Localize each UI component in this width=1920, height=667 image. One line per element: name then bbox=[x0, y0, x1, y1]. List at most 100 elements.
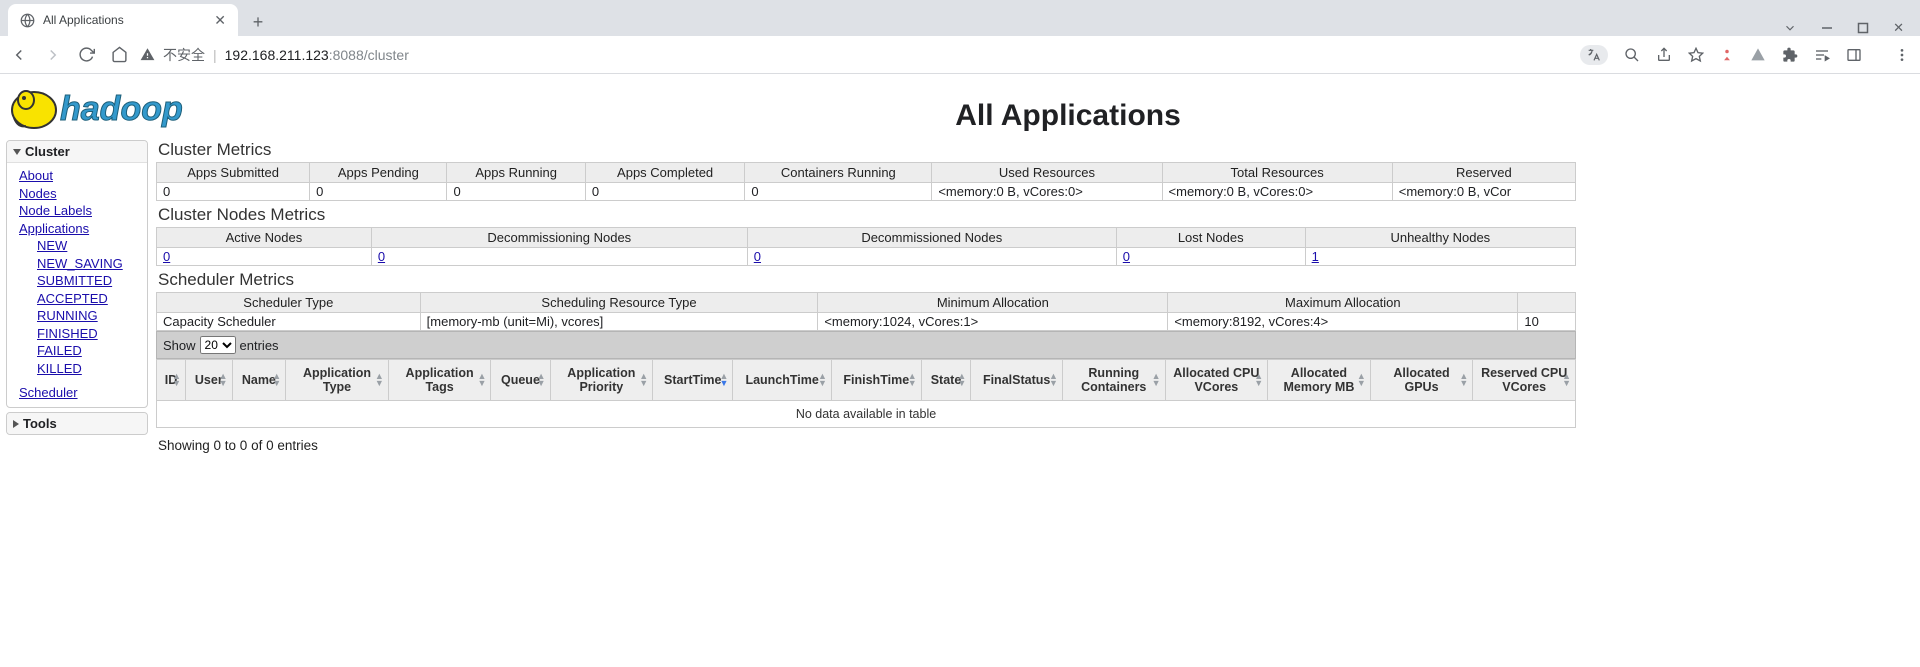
col-header[interactable]: Containers Running bbox=[745, 163, 932, 183]
section-title-nodes-metrics: Cluster Nodes Metrics bbox=[158, 205, 1920, 225]
apps-col-header[interactable]: ID▲▼ bbox=[157, 360, 186, 401]
col-header[interactable]: Apps Pending bbox=[310, 163, 447, 183]
apps-col-header[interactable]: Name▲▼ bbox=[232, 360, 286, 401]
sidebar-link-killed[interactable]: KILLED bbox=[37, 360, 82, 378]
metric-link[interactable]: 1 bbox=[1312, 249, 1319, 264]
reload-button[interactable] bbox=[78, 46, 95, 63]
metric-cell: Capacity Scheduler bbox=[157, 313, 421, 331]
close-window-button[interactable]: ✕ bbox=[1893, 20, 1904, 36]
metric-link[interactable]: 0 bbox=[163, 249, 170, 264]
apps-col-header[interactable]: FinalStatus▲▼ bbox=[971, 360, 1063, 401]
share-icon[interactable] bbox=[1656, 47, 1672, 63]
menu-icon[interactable] bbox=[1894, 47, 1910, 63]
entries-label: entries bbox=[240, 338, 279, 353]
maximize-button[interactable] bbox=[1857, 22, 1869, 34]
apps-col-header[interactable]: Queue▲▼ bbox=[491, 360, 550, 401]
browser-tab[interactable]: All Applications ✕ bbox=[8, 4, 238, 36]
sidebar-link-submitted[interactable]: SUBMITTED bbox=[37, 272, 112, 290]
sidepanel-icon[interactable] bbox=[1846, 47, 1862, 63]
url-path: :8088/cluster bbox=[329, 47, 409, 63]
url-host: 192.168.211.123 bbox=[225, 47, 329, 63]
back-button[interactable] bbox=[10, 46, 28, 64]
sidebar-link-new[interactable]: NEW bbox=[37, 237, 67, 255]
metric-link[interactable]: 0 bbox=[754, 249, 761, 264]
sidebar-link-finished[interactable]: FINISHED bbox=[37, 325, 98, 343]
metric-link[interactable]: 0 bbox=[378, 249, 385, 264]
bookmark-icon[interactable] bbox=[1688, 47, 1704, 63]
sidebar-link-running[interactable]: RUNNING bbox=[37, 307, 98, 325]
col-header[interactable]: Active Nodes bbox=[157, 228, 372, 248]
metric-link[interactable]: 0 bbox=[1123, 249, 1130, 264]
close-icon[interactable]: ✕ bbox=[214, 12, 226, 29]
minimize-button[interactable] bbox=[1821, 22, 1833, 34]
metric-cell: <memory:0 B, vCor bbox=[1392, 183, 1575, 201]
page-size-select[interactable]: 20 bbox=[200, 336, 236, 354]
playlist-icon[interactable] bbox=[1814, 47, 1830, 63]
apps-col-header[interactable]: LaunchTime▲▼ bbox=[733, 360, 831, 401]
col-header[interactable]: Scheduling Resource Type bbox=[420, 293, 818, 313]
sidebar-link-scheduler[interactable]: Scheduler bbox=[19, 384, 78, 402]
apps-col-header[interactable]: Running Containers▲▼ bbox=[1062, 360, 1165, 401]
col-header[interactable]: Total Resources bbox=[1162, 163, 1392, 183]
col-header[interactable]: Apps Completed bbox=[585, 163, 745, 183]
col-header[interactable]: Used Resources bbox=[932, 163, 1162, 183]
apps-col-header[interactable]: Application Priority▲▼ bbox=[550, 360, 653, 401]
apps-col-header[interactable]: User▲▼ bbox=[186, 360, 233, 401]
page-header: hadoop All Applications bbox=[0, 74, 1920, 136]
apps-col-header[interactable]: Allocated GPUs▲▼ bbox=[1370, 360, 1473, 401]
sidebar-link-applications[interactable]: Applications bbox=[19, 220, 89, 238]
zoom-icon[interactable] bbox=[1624, 47, 1640, 63]
tab-title: All Applications bbox=[43, 13, 124, 27]
apps-col-header[interactable]: Reserved CPU VCores▲▼ bbox=[1473, 360, 1576, 401]
col-header[interactable]: Unhealthy Nodes bbox=[1305, 228, 1575, 248]
ext-icon-2[interactable] bbox=[1750, 47, 1766, 63]
cluster-metrics-table: Apps SubmittedApps PendingApps RunningAp… bbox=[156, 162, 1576, 201]
section-title-cluster-metrics: Cluster Metrics bbox=[158, 140, 1920, 160]
globe-icon bbox=[20, 13, 35, 28]
metric-cell: 0 bbox=[745, 183, 932, 201]
apps-col-header[interactable]: Application Tags▲▼ bbox=[388, 360, 491, 401]
extensions-icon[interactable] bbox=[1782, 47, 1798, 63]
sidebar-link-new-saving[interactable]: NEW_SAVING bbox=[37, 255, 123, 273]
home-button[interactable] bbox=[111, 46, 128, 63]
metric-cell: 0 bbox=[371, 248, 747, 266]
translate-icon[interactable] bbox=[1580, 45, 1608, 65]
col-header[interactable] bbox=[1518, 293, 1576, 313]
main-content: Cluster Metrics Apps SubmittedApps Pendi… bbox=[156, 136, 1920, 483]
sidebar-link-nodes[interactable]: Nodes bbox=[19, 185, 57, 203]
col-header[interactable]: Decommissioning Nodes bbox=[371, 228, 747, 248]
metric-cell: <memory:1024, vCores:1> bbox=[818, 313, 1168, 331]
sidebar-label-tools: Tools bbox=[23, 416, 57, 431]
page-title: All Applications bbox=[246, 99, 1910, 133]
col-header[interactable]: Lost Nodes bbox=[1116, 228, 1305, 248]
col-header[interactable]: Apps Submitted bbox=[157, 163, 310, 183]
col-header[interactable]: Reserved bbox=[1392, 163, 1575, 183]
forward-button[interactable] bbox=[44, 46, 62, 64]
url-field[interactable]: 不安全 | 192.168.211.123:8088/cluster bbox=[140, 45, 1568, 65]
sidebar-link-about[interactable]: About bbox=[19, 167, 53, 185]
no-data-cell: No data available in table bbox=[157, 401, 1576, 428]
sidebar-head-cluster[interactable]: Cluster bbox=[7, 141, 147, 163]
metric-cell: 0 bbox=[747, 248, 1116, 266]
col-header[interactable]: Apps Running bbox=[447, 163, 585, 183]
apps-col-header[interactable]: Allocated Memory MB▲▼ bbox=[1268, 360, 1371, 401]
sidebar-link-node-labels[interactable]: Node Labels bbox=[19, 202, 92, 220]
ext-icon-1[interactable] bbox=[1720, 48, 1734, 62]
col-header[interactable]: Maximum Allocation bbox=[1168, 293, 1518, 313]
chevron-down-icon[interactable] bbox=[1783, 21, 1797, 35]
datatable-info: Showing 0 to 0 of 0 entries bbox=[156, 428, 1920, 463]
sidebar-head-tools[interactable]: Tools bbox=[7, 413, 147, 434]
new-tab-button[interactable]: + bbox=[244, 8, 272, 36]
col-header[interactable]: Decommissioned Nodes bbox=[747, 228, 1116, 248]
sidebar-link-failed[interactable]: FAILED bbox=[37, 342, 82, 360]
apps-col-header[interactable]: State▲▼ bbox=[921, 360, 971, 401]
apps-col-header[interactable]: StartTime▲▼ bbox=[653, 360, 733, 401]
sidebar-section-cluster: Cluster About Nodes Node Labels Applicat… bbox=[6, 140, 148, 408]
address-bar: 不安全 | 192.168.211.123:8088/cluster bbox=[0, 36, 1920, 74]
apps-col-header[interactable]: FinishTime▲▼ bbox=[831, 360, 921, 401]
apps-col-header[interactable]: Allocated CPU VCores▲▼ bbox=[1165, 360, 1268, 401]
apps-col-header[interactable]: Application Type▲▼ bbox=[286, 360, 389, 401]
sidebar-link-accepted[interactable]: ACCEPTED bbox=[37, 290, 108, 308]
col-header[interactable]: Scheduler Type bbox=[157, 293, 421, 313]
col-header[interactable]: Minimum Allocation bbox=[818, 293, 1168, 313]
